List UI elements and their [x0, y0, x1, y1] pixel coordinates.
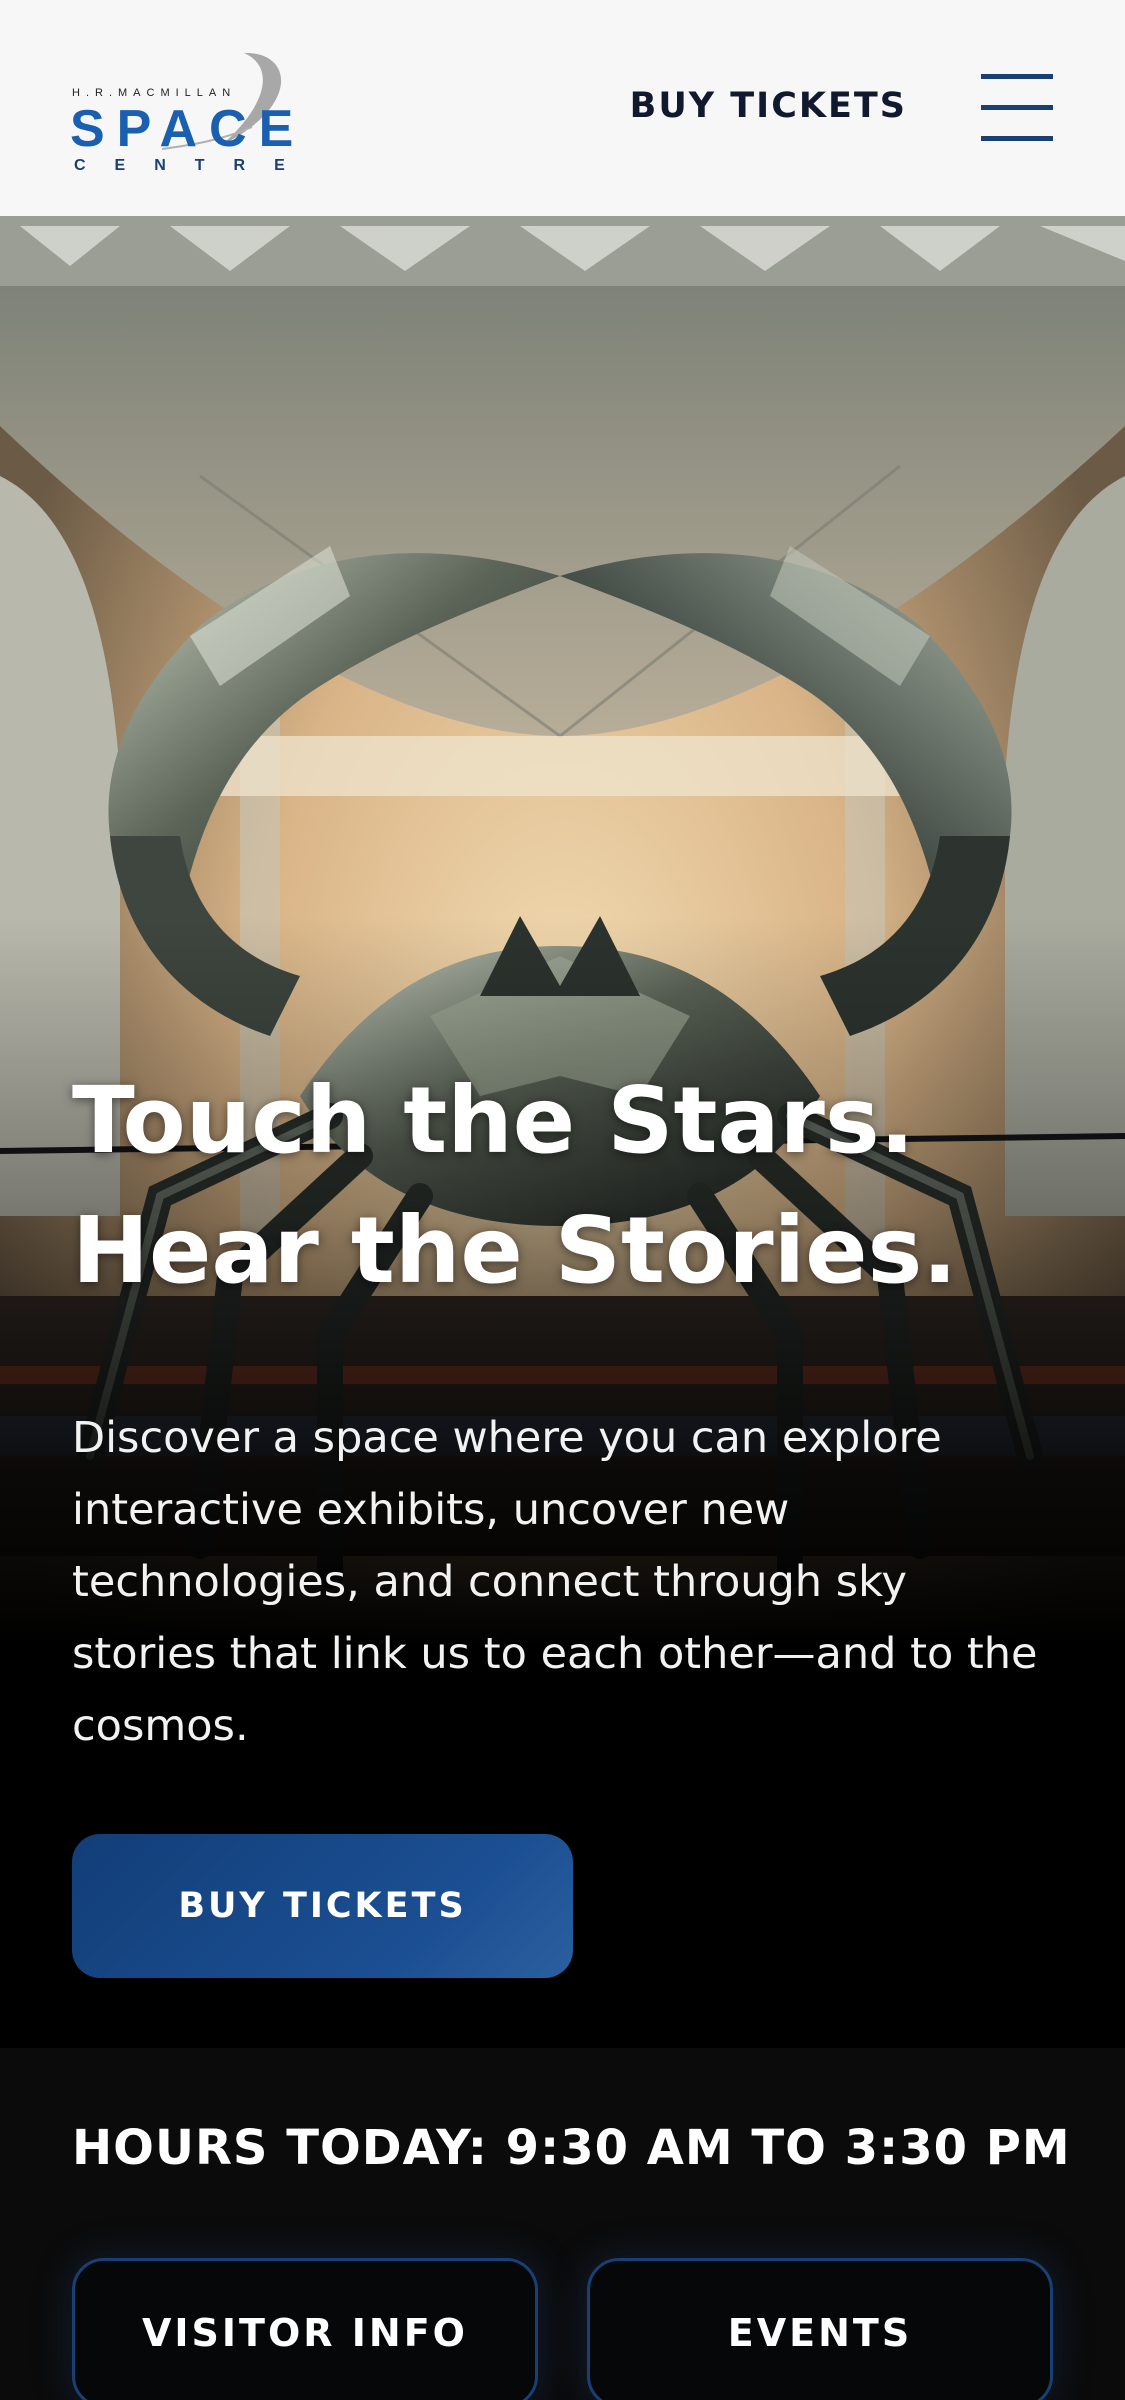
events-button[interactable]: EVENTS [587, 2258, 1053, 2400]
hero-buy-tickets-button[interactable]: BUY TICKETS [72, 1834, 573, 1978]
hamburger-bar [981, 105, 1053, 110]
site-header: H.R.MACMILLAN SPACE CENTRE BUY TICKETS [0, 0, 1125, 216]
hours-section: HOURS TODAY: 9:30 AM TO 3:30 PM VISITOR … [0, 2048, 1125, 2400]
header-buy-tickets-link[interactable]: BUY TICKETS [630, 86, 907, 126]
hero-headline-line1: Touch the Stars. [72, 1067, 915, 1174]
hamburger-bar [981, 136, 1053, 141]
hamburger-bar [981, 74, 1053, 79]
logo-bottom-line: CENTRE [74, 157, 314, 174]
logo-top-line: H.R.MACMILLAN [72, 87, 237, 99]
hero-headline: Touch the Stars. Hear the Stories. [72, 1056, 1072, 1316]
visitor-info-button[interactable]: VISITOR INFO [72, 2258, 538, 2400]
hours-today-text: HOURS TODAY: 9:30 AM TO 3:30 PM [72, 2120, 1071, 2176]
logo-main-text: SPACE [70, 100, 306, 158]
hero-section: Touch the Stars. Hear the Stories. Disco… [0, 216, 1125, 2048]
hamburger-menu-icon[interactable] [981, 72, 1053, 142]
space-centre-logo[interactable]: H.R.MACMILLAN SPACE CENTRE [70, 43, 293, 174]
hero-headline-line2: Hear the Stories. [72, 1197, 958, 1304]
hero-description: Discover a space where you can explore i… [72, 1413, 1038, 1751]
